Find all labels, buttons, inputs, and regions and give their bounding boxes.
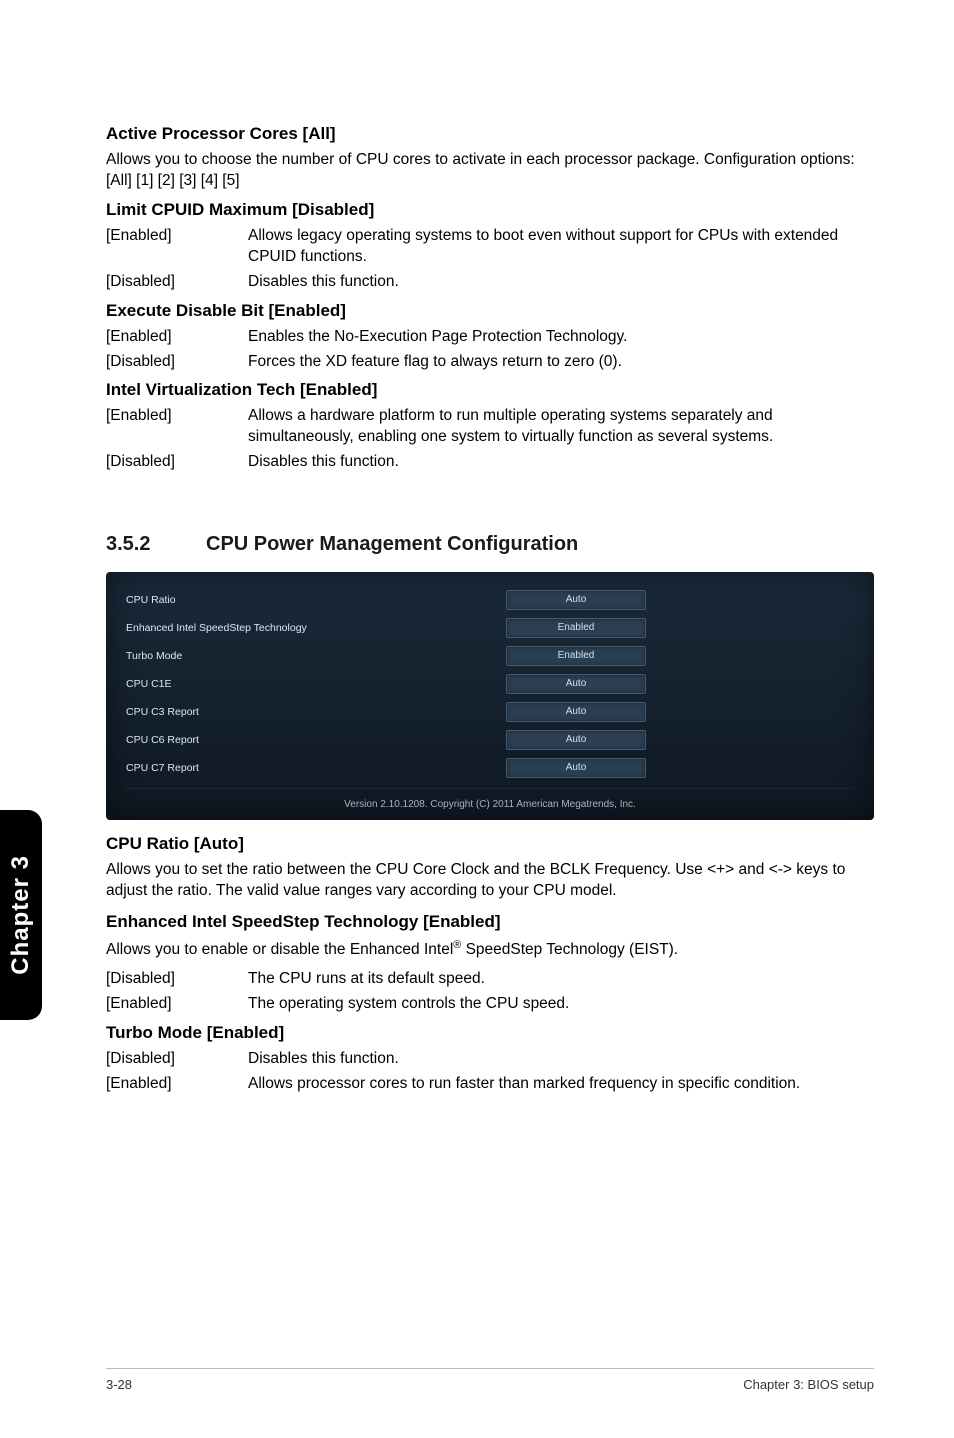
heading-cpu-ratio: CPU Ratio [Auto]: [106, 834, 874, 854]
val: Disables this function.: [248, 1049, 874, 1070]
val: Disables this function.: [248, 452, 874, 473]
heading-turbo: Turbo Mode [Enabled]: [106, 1023, 874, 1043]
key: [Enabled]: [106, 327, 248, 348]
heading-intel-virt: Intel Virtualization Tech [Enabled]: [106, 380, 874, 400]
section-3-5-2-header: 3.5.2 CPU Power Management Configuration: [106, 533, 874, 556]
row-virt-disabled: [Disabled] Disables this function.: [106, 452, 874, 473]
desc-eist-post: SpeedStep Technology (EIST).: [461, 941, 678, 958]
key: [Disabled]: [106, 272, 248, 293]
desc-eist: Allows you to enable or disable the Enha…: [106, 938, 874, 961]
bios-row-c6: CPU C6 Report Auto: [126, 726, 854, 754]
desc-cpu-ratio: Allows you to set the ratio between the …: [106, 860, 874, 902]
row-exec-enabled: [Enabled] Enables the No-Execution Page …: [106, 327, 874, 348]
bios-label: CPU C7 Report: [126, 762, 506, 774]
bios-row-cpu-ratio: CPU Ratio Auto: [126, 586, 854, 614]
heading-limit-cpuid: Limit CPUID Maximum [Disabled]: [106, 200, 874, 220]
val: Allows legacy operating systems to boot …: [248, 226, 874, 268]
page-number: 3-28: [106, 1377, 132, 1392]
heading-active-cores: Active Processor Cores [All]: [106, 124, 874, 144]
bios-label: CPU C1E: [126, 678, 506, 690]
bios-value: Enabled: [506, 618, 646, 638]
row-turbo-disabled: [Disabled] Disables this function.: [106, 1049, 874, 1070]
bios-label: CPU Ratio: [126, 594, 506, 606]
key: [Disabled]: [106, 1049, 248, 1070]
bios-row-eist: Enhanced Intel SpeedStep Technology Enab…: [126, 614, 854, 642]
val: Allows a hardware platform to run multip…: [248, 406, 874, 448]
bios-label: Turbo Mode: [126, 650, 506, 662]
desc-active-cores: Allows you to choose the number of CPU c…: [106, 150, 874, 192]
bios-value: Auto: [506, 674, 646, 694]
val: Enables the No-Execution Page Protection…: [248, 327, 874, 348]
bios-value: Auto: [506, 702, 646, 722]
heading-exec-disable: Execute Disable Bit [Enabled]: [106, 301, 874, 321]
key: [Disabled]: [106, 969, 248, 990]
bios-value: Auto: [506, 590, 646, 610]
key: [Enabled]: [106, 226, 248, 268]
val: Disables this function.: [248, 272, 874, 293]
row-turbo-enabled: [Enabled] Allows processor cores to run …: [106, 1074, 874, 1095]
val: Allows processor cores to run faster tha…: [248, 1074, 874, 1095]
bios-value: Auto: [506, 730, 646, 750]
chapter-side-tab-label: Chapter 3: [7, 855, 35, 975]
row-eist-disabled: [Disabled] The CPU runs at its default s…: [106, 969, 874, 990]
key: [Enabled]: [106, 406, 248, 448]
bios-row-turbo: Turbo Mode Enabled: [126, 642, 854, 670]
page-footer: 3-28 Chapter 3: BIOS setup: [106, 1368, 874, 1392]
row-limit-cpuid-enabled: [Enabled] Allows legacy operating system…: [106, 226, 874, 268]
chapter-side-tab: Chapter 3: [0, 810, 42, 1020]
row-eist-enabled: [Enabled] The operating system controls …: [106, 994, 874, 1015]
key: [Enabled]: [106, 994, 248, 1015]
bios-value: Enabled: [506, 646, 646, 666]
key: [Disabled]: [106, 452, 248, 473]
chapter-label: Chapter 3: BIOS setup: [743, 1377, 874, 1392]
val: Forces the XD feature flag to always ret…: [248, 352, 874, 373]
page-content: Active Processor Cores [All] Allows you …: [0, 0, 954, 1095]
bios-footer: Version 2.10.1208. Copyright (C) 2011 Am…: [126, 788, 854, 810]
bios-row-c1e: CPU C1E Auto: [126, 670, 854, 698]
val: The CPU runs at its default speed.: [248, 969, 874, 990]
desc-eist-pre: Allows you to enable or disable the Enha…: [106, 941, 453, 958]
heading-eist: Enhanced Intel SpeedStep Technology [Ena…: [106, 912, 874, 932]
key: [Disabled]: [106, 352, 248, 373]
bios-screenshot: CPU Ratio Auto Enhanced Intel SpeedStep …: [106, 572, 874, 820]
bios-row-c3: CPU C3 Report Auto: [126, 698, 854, 726]
bios-label: CPU C3 Report: [126, 706, 506, 718]
bios-row-c7: CPU C7 Report Auto: [126, 754, 854, 782]
bios-label: CPU C6 Report: [126, 734, 506, 746]
section-title: CPU Power Management Configuration: [206, 533, 578, 556]
bios-label: Enhanced Intel SpeedStep Technology: [126, 622, 506, 634]
bios-value: Auto: [506, 758, 646, 778]
row-exec-disabled: [Disabled] Forces the XD feature flag to…: [106, 352, 874, 373]
row-virt-enabled: [Enabled] Allows a hardware platform to …: [106, 406, 874, 448]
key: [Enabled]: [106, 1074, 248, 1095]
section-number: 3.5.2: [106, 533, 206, 556]
row-limit-cpuid-disabled: [Disabled] Disables this function.: [106, 272, 874, 293]
val: The operating system controls the CPU sp…: [248, 994, 874, 1015]
